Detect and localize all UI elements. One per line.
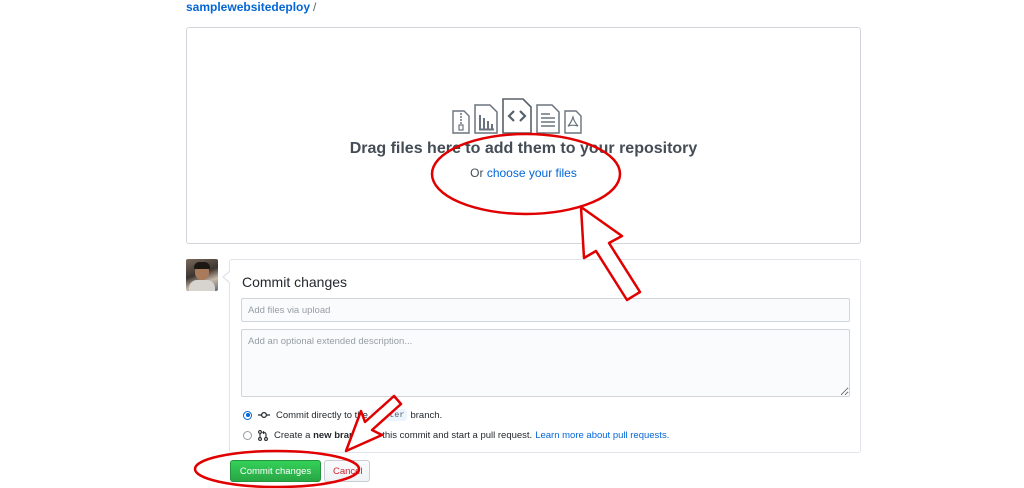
choose-files-link[interactable]: choose your files — [487, 166, 577, 180]
repo-link[interactable]: samplewebsitedeploy — [186, 0, 310, 14]
new-branch-option[interactable]: Create a new branch for this commit and … — [243, 430, 669, 441]
pdf-file-icon — [564, 110, 582, 134]
commit-changes-button[interactable]: Commit changes — [230, 460, 321, 482]
commit-direct-suffix: branch. — [410, 409, 443, 421]
breadcrumb-separator: / — [313, 0, 317, 14]
file-drop-zone[interactable]: Drag files here to add them to your repo… — [186, 27, 861, 244]
zip-file-icon — [452, 110, 470, 134]
commit-summary-input[interactable] — [241, 298, 850, 322]
new-branch-bold: new branch — [313, 430, 366, 441]
text-file-icon — [536, 104, 560, 134]
chart-file-icon — [474, 104, 498, 134]
commit-title: Commit changes — [242, 274, 348, 290]
new-branch-radio[interactable] — [243, 431, 252, 440]
code-file-icon — [502, 98, 532, 134]
new-branch-prefix: Create a — [274, 430, 311, 441]
choose-files-line: Or choose your files — [187, 166, 860, 180]
commit-direct-prefix: Commit directly to the — [276, 409, 368, 421]
avatar-hair — [194, 262, 210, 269]
git-commit-icon — [258, 411, 270, 419]
new-branch-suffix: for this commit and start a pull request… — [368, 430, 533, 441]
or-label: Or — [470, 166, 484, 180]
commit-description-input[interactable] — [241, 329, 850, 397]
avatar — [186, 259, 218, 291]
commit-changes-form: Commit changes Commit directly to the ma… — [222, 259, 861, 453]
file-type-icons — [452, 98, 582, 134]
learn-more-pr-link[interactable]: Learn more about pull requests. — [535, 430, 669, 441]
breadcrumb: samplewebsitedeploy / — [186, 0, 316, 14]
branch-name-tag: master — [370, 409, 408, 421]
cancel-button[interactable]: Cancel — [324, 460, 370, 482]
git-pull-request-icon — [258, 430, 268, 441]
avatar-body — [189, 280, 215, 291]
commit-direct-radio[interactable] — [243, 410, 252, 420]
commit-direct-option[interactable]: Commit directly to the master branch. — [243, 409, 442, 421]
drag-files-title: Drag files here to add them to your repo… — [349, 140, 698, 157]
